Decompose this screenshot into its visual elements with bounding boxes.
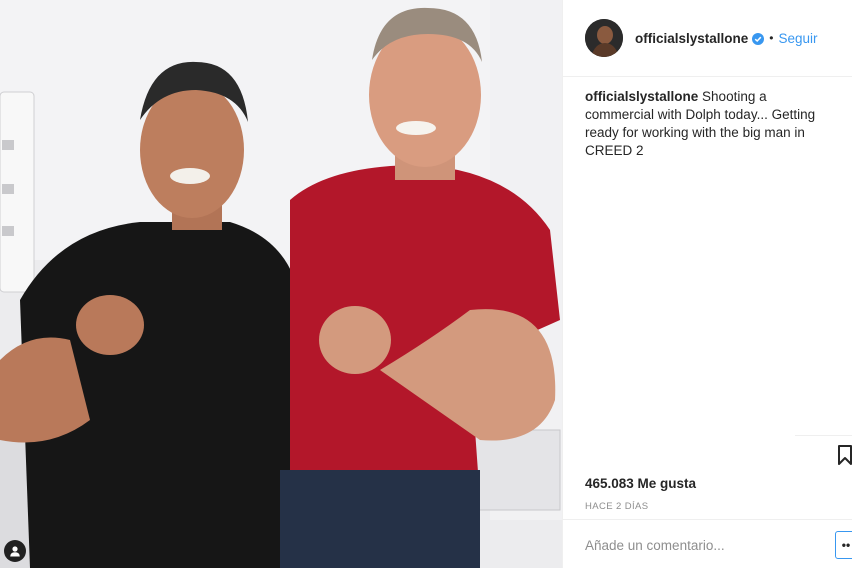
divider (563, 519, 852, 520)
separator-dot: • (769, 31, 774, 45)
post-header: officialslystallone • Seguir (563, 0, 852, 77)
username-link[interactable]: officialslystallone (635, 31, 748, 46)
avatar[interactable] (585, 19, 623, 57)
likes-count[interactable]: 465.083 Me gusta (585, 476, 696, 491)
post-caption: officialslystallone Shooting a commercia… (585, 88, 837, 160)
divider (795, 435, 852, 436)
caption-username[interactable]: officialslystallone (585, 89, 698, 104)
post-photo[interactable] (0, 0, 562, 568)
post-side-panel: officialslystallone • Seguir officialsly… (562, 0, 852, 568)
bookmark-icon[interactable] (835, 444, 852, 466)
post-image (0, 0, 562, 568)
follow-button[interactable]: Seguir (779, 31, 818, 46)
post-timestamp[interactable]: HACE 2 DÍAS (585, 501, 649, 512)
verified-badge-icon (752, 32, 765, 45)
more-options-button[interactable]: •• (835, 531, 852, 559)
comment-input[interactable] (585, 536, 805, 554)
tagged-people-icon[interactable] (4, 540, 26, 562)
